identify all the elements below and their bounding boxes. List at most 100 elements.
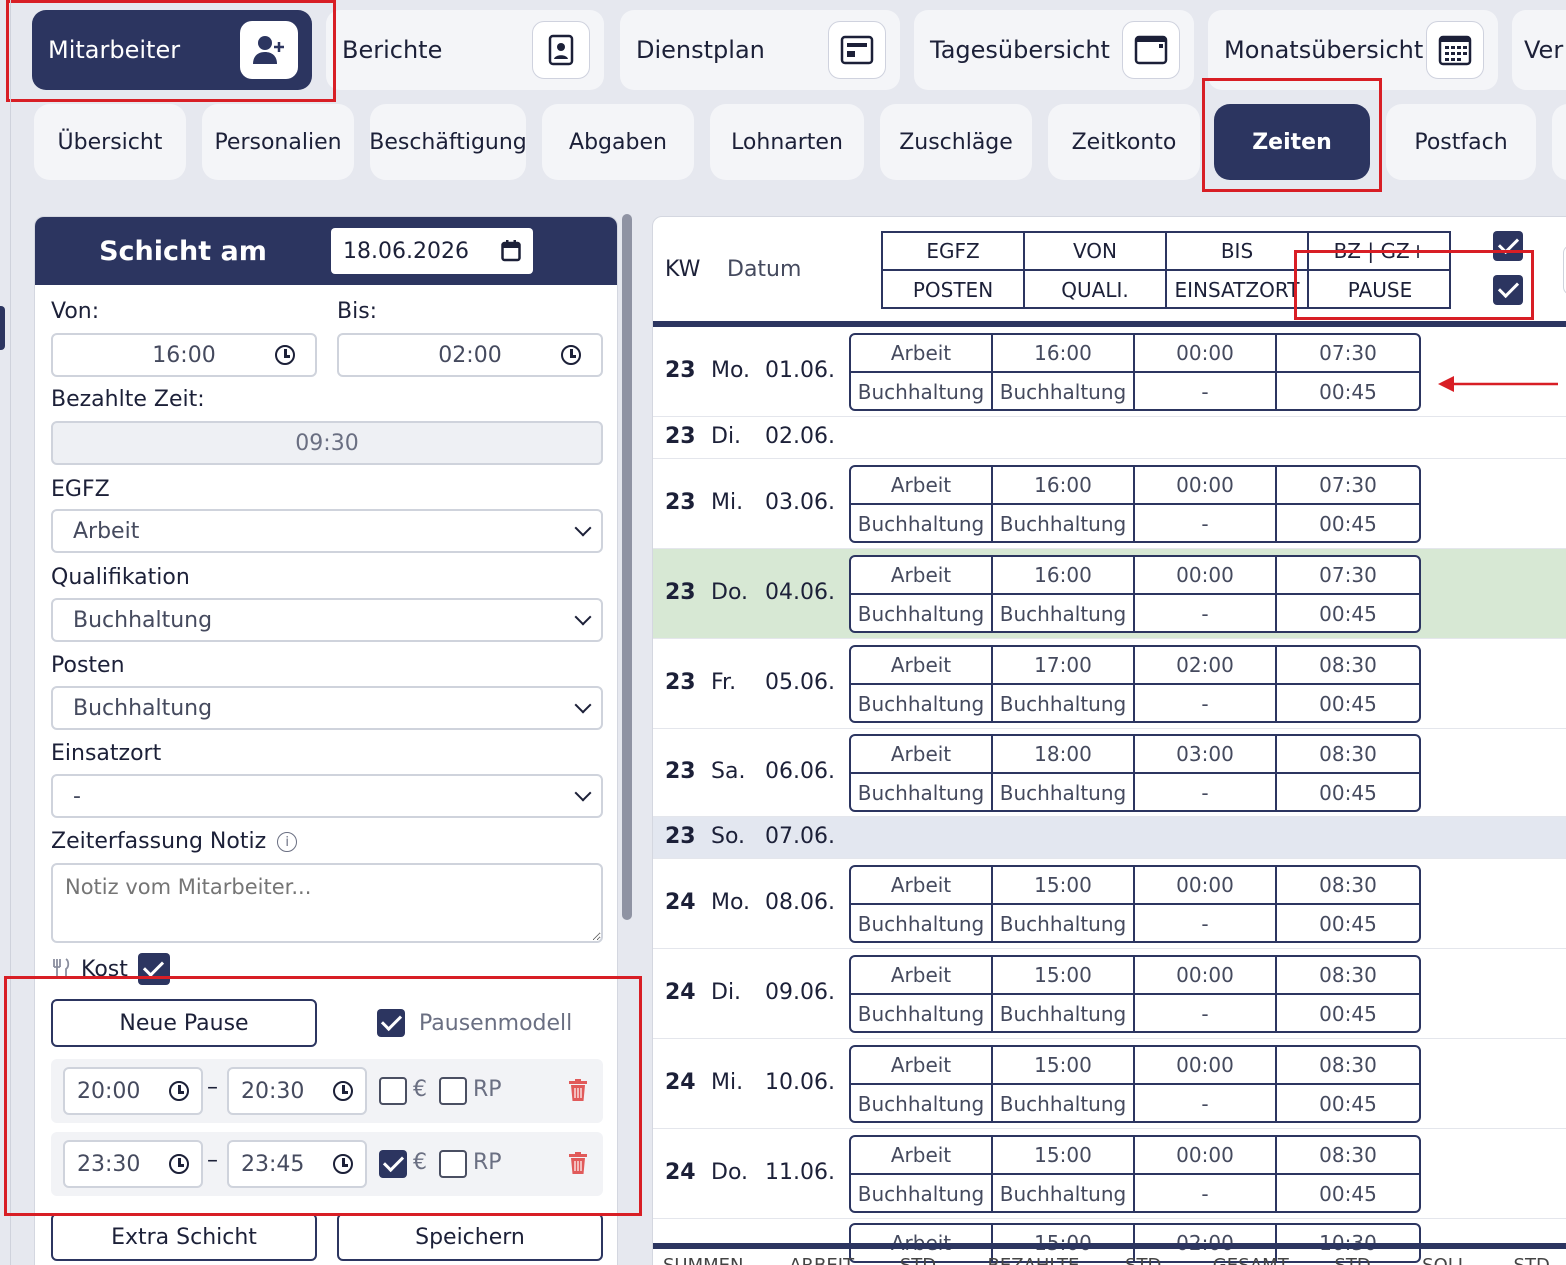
sidebar-handle[interactable]	[0, 306, 5, 350]
tab-label: Personalien	[214, 129, 342, 155]
table-row[interactable]: 24 Mi. 10.06. Arbeit 15:00 00:00 08:30 Buchhalt…	[653, 1039, 1566, 1129]
shift-cell[interactable]: Arbeit 18:00 03:00 08:30 Buchhaltung Buchhalt…	[849, 734, 1421, 812]
shift-cell-value: Buchhaltung	[851, 1085, 993, 1123]
einsatzort-label: Einsatzort	[51, 741, 162, 766]
euro-checkbox[interactable]	[379, 1150, 407, 1178]
row-date: 07.06.	[765, 824, 835, 849]
table-row[interactable]: 24 Mo. 08.06. Arbeit 15:00 00:00 08:30 Buchhalt…	[653, 859, 1566, 949]
pausenmodell-row: Pausenmodell	[377, 1009, 572, 1037]
nav-dienstplan[interactable]: Dienstplan	[620, 10, 900, 90]
shift-cell-value: Buchhaltung	[993, 1085, 1135, 1123]
header-bis[interactable]: BIS	[1167, 233, 1309, 271]
tab-postfach[interactable]: Postfach	[1386, 104, 1536, 180]
table-row[interactable]: 23 Sa. 06.06. Arbeit 18:00 03:00 08:30 Buchhalt…	[653, 729, 1566, 817]
shift-cell-value: Arbeit	[851, 957, 993, 995]
tab-uebersicht[interactable]: Übersicht	[34, 104, 186, 180]
table-row[interactable]: 23 Mo. 01.06. Arbeit 16:00 00:00 07:30 Buchhalt…	[653, 327, 1566, 417]
header-bz-gz[interactable]: BZ | GZ+	[1309, 233, 1451, 271]
shift-cell[interactable]: Arbeit 15:00 00:00 08:30 Buchhaltung Buchhalt…	[849, 955, 1421, 1033]
shift-cell[interactable]: Arbeit 15:00 00:00 08:30 Buchhaltung Buchhalt…	[849, 1135, 1421, 1213]
notiz-textarea[interactable]	[51, 863, 603, 943]
tab-more[interactable]	[1552, 104, 1566, 180]
pause-from-input[interactable]: 20:00	[63, 1067, 203, 1115]
trash-icon[interactable]	[569, 1079, 587, 1101]
tab-abgaben[interactable]: Abgaben	[542, 104, 694, 180]
header-pause[interactable]: PAUSE	[1309, 271, 1451, 309]
qualifikation-value: Buchhaltung	[73, 607, 213, 633]
table-row[interactable]: 23 Mi. 03.06. Arbeit 16:00 00:00 07:30 Buchhalt…	[653, 459, 1566, 549]
von-time-input[interactable]: 16:00	[51, 333, 317, 377]
shift-cell[interactable]: Arbeit 16:00 00:00 07:30 Buchhaltung Buchhalt…	[849, 465, 1421, 543]
table-row[interactable]: 24 Di. 09.06. Arbeit 15:00 00:00 08:30 Buchhalt…	[653, 949, 1566, 1039]
bezahlte-zeit-field: 09:30	[51, 421, 603, 465]
shift-cell[interactable]: Arbeit 15:00 00:00 08:30 Buchhaltung Buchhalt…	[849, 1045, 1421, 1123]
info-icon[interactable]: i	[277, 832, 298, 852]
shift-cell-value: Buchhaltung	[851, 905, 993, 943]
header-quali[interactable]: QUALI.	[1025, 271, 1167, 309]
nav-mitarbeiter[interactable]: Mitarbeiter	[32, 10, 312, 90]
shift-cell-value: -	[1135, 1175, 1277, 1213]
euro-checkbox[interactable]	[379, 1077, 407, 1105]
qualifikation-select[interactable]: Buchhaltung	[51, 598, 603, 642]
tab-zeiten[interactable]: Zeiten	[1214, 104, 1370, 180]
select-all-checkbox-top[interactable]	[1493, 231, 1523, 261]
shift-cell-value: 08:30	[1277, 867, 1419, 905]
arrow-left-icon	[1438, 376, 1558, 392]
nav-monatsuebersicht[interactable]: Monatsübersicht	[1208, 10, 1498, 90]
range-separator: –	[207, 1075, 218, 1100]
rp-checkbox[interactable]	[439, 1150, 467, 1178]
nav-tagesuebersicht[interactable]: Tagesübersicht	[914, 10, 1194, 90]
shift-cell-value: 08:30	[1277, 1137, 1419, 1175]
von-label: Von:	[51, 299, 100, 324]
posten-select[interactable]: Buchhaltung	[51, 686, 603, 730]
table-row[interactable]: 23 Fr. 05.06. Arbeit 17:00 02:00 08:30 Buchhalt…	[653, 639, 1566, 729]
trash-icon[interactable]	[569, 1152, 587, 1174]
date-value: 18.06.2026	[343, 238, 469, 264]
einsatzort-select[interactable]: -	[51, 774, 603, 818]
header-egfz[interactable]: EGFZ	[883, 233, 1025, 271]
egfz-select[interactable]: Arbeit	[51, 509, 603, 553]
shift-cell[interactable]: Arbeit 17:00 02:00 08:30 Buchhaltung Buchhalt…	[849, 645, 1421, 723]
select-all-checkbox-bottom[interactable]	[1493, 275, 1523, 305]
row-kw: 23	[665, 424, 696, 449]
pause-to-input[interactable]: 20:30	[227, 1067, 367, 1115]
shift-cell[interactable]: Arbeit 16:00 00:00 07:30 Buchhaltung Buchhalt…	[849, 555, 1421, 633]
shift-cell-value: 08:30	[1277, 736, 1419, 774]
shift-cell-value: 16:00	[993, 467, 1135, 505]
pausenmodell-checkbox[interactable]	[377, 1009, 405, 1037]
tab-lohnarten[interactable]: Lohnarten	[710, 104, 864, 180]
shift-cell-value: -	[1135, 995, 1277, 1033]
tab-zeitkonto[interactable]: Zeitkonto	[1048, 104, 1200, 180]
tab-beschaeftigung[interactable]: Beschäftigung	[369, 104, 527, 180]
speichern-button[interactable]: Speichern	[337, 1213, 603, 1261]
header-von[interactable]: VON	[1025, 233, 1167, 271]
neue-pause-button[interactable]: Neue Pause	[51, 999, 317, 1047]
table-row[interactable]: 23 So. 07.06.	[653, 817, 1566, 859]
panel-header: Schicht am 18.06.2026	[35, 217, 617, 285]
pause-to-input[interactable]: 23:45	[227, 1140, 367, 1188]
shift-cell-value: Buchhaltung	[851, 774, 993, 812]
nav-more[interactable]: Ver	[1512, 10, 1566, 90]
table-row[interactable]: 23 Di. 02.06.	[653, 417, 1566, 459]
header-posten[interactable]: POSTEN	[883, 271, 1025, 309]
shift-cell-value: 07:30	[1277, 467, 1419, 505]
tab-zuschlaege[interactable]: Zuschläge	[880, 104, 1032, 180]
table-row[interactable]: 24 Do. 11.06. Arbeit 15:00 00:00 08:30 Buchhalt…	[653, 1129, 1566, 1219]
scrollbar[interactable]	[622, 214, 632, 920]
table-row[interactable]: 23 Do. 04.06. Arbeit 16:00 00:00 07:30 Buchhalt…	[653, 549, 1566, 639]
date-input[interactable]: 18.06.2026	[331, 228, 533, 274]
nav-berichte[interactable]: Berichte	[326, 10, 604, 90]
tab-label: Postfach	[1414, 129, 1508, 155]
row-weekday: So.	[711, 824, 746, 849]
pause-from-input[interactable]: 23:30	[63, 1140, 203, 1188]
tab-personalien[interactable]: Personalien	[202, 104, 354, 180]
bis-time-input[interactable]: 02:00	[337, 333, 603, 377]
shift-cell[interactable]: Arbeit 16:00 00:00 07:30 Buchhaltung Buchhalt…	[849, 333, 1421, 411]
extra-schicht-button[interactable]: Extra Schicht	[51, 1213, 317, 1261]
header-einsatzort[interactable]: EINSATZORT	[1167, 271, 1309, 309]
rp-checkbox[interactable]	[439, 1077, 467, 1105]
shift-cell[interactable]: Arbeit 15:00 00:00 08:30 Buchhaltung Buchhalt…	[849, 865, 1421, 943]
kost-checkbox[interactable]	[137, 953, 170, 985]
shift-cell-value: 15:00	[993, 867, 1135, 905]
tab-label: Abgaben	[569, 129, 667, 155]
